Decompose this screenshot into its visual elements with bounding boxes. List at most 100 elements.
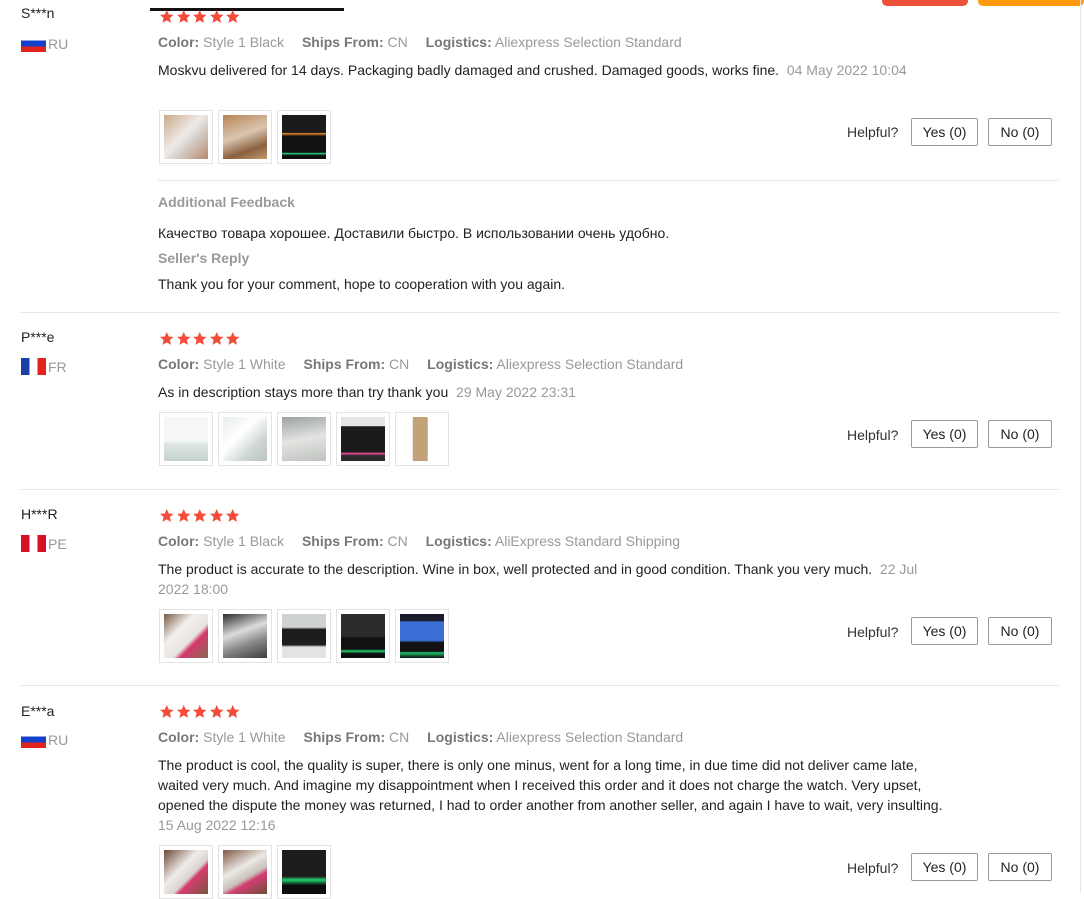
ships-from-label: Ships From: xyxy=(301,533,384,549)
review-text: As in description stays more than try th… xyxy=(158,382,948,402)
helpful-label: Helpful? xyxy=(847,427,899,443)
review-photos xyxy=(159,609,449,663)
helpful-yes-button[interactable]: Yes (0) xyxy=(911,420,978,448)
star-icon xyxy=(159,704,174,718)
review-date: 29 May 2022 23:31 xyxy=(456,384,576,400)
review-content: Moskvu delivered for 14 days. Packaging … xyxy=(158,62,780,78)
star-icon xyxy=(176,331,191,345)
review-date: 04 May 2022 10:04 xyxy=(786,62,907,78)
logistics-label: Logistics: xyxy=(427,356,494,372)
country-code: RU xyxy=(48,35,69,52)
review-photo-thumbnail[interactable] xyxy=(277,609,331,663)
ships-from-label: Ships From: xyxy=(303,356,386,372)
russia-flag-icon xyxy=(21,35,46,52)
additional-feedback-text: Качество товара хорошее. Доставили быстр… xyxy=(158,225,670,241)
helpful-yes-button[interactable]: Yes (0) xyxy=(911,118,978,146)
peru-flag-icon xyxy=(21,535,46,552)
star-icon xyxy=(192,704,207,718)
buy-now-button[interactable] xyxy=(882,0,968,6)
color-value: Style 1 Black xyxy=(203,34,285,50)
country-code: RU xyxy=(48,731,69,748)
helpful-no-button[interactable]: No (0) xyxy=(988,617,1052,645)
star-rating xyxy=(159,9,241,25)
reviewer-name: S***n xyxy=(21,5,55,21)
helpful-yes-button[interactable]: Yes (0) xyxy=(911,617,978,645)
color-label: Color: xyxy=(158,533,200,549)
helpful-no-button[interactable]: No (0) xyxy=(988,420,1052,448)
reviewer-country: PE xyxy=(21,535,67,552)
review-sku-info: Color: Style 1 White Ships From: CN Logi… xyxy=(158,729,697,745)
review-photo-thumbnail[interactable] xyxy=(159,845,213,899)
star-icon xyxy=(192,331,207,345)
review-photo-thumbnail[interactable] xyxy=(277,110,331,164)
review-photo-thumbnail[interactable] xyxy=(159,609,213,663)
review-divider xyxy=(20,312,1059,313)
country-code: FR xyxy=(48,358,67,375)
helpful-no-button[interactable]: No (0) xyxy=(988,118,1052,146)
star-icon xyxy=(159,508,174,522)
review-content: As in description stays more than try th… xyxy=(158,384,449,400)
review-text: The product is cool, the quality is supe… xyxy=(158,755,948,835)
ships-from-value: CN xyxy=(389,356,410,372)
review-divider xyxy=(20,685,1059,686)
review-photo-thumbnail[interactable] xyxy=(395,412,449,466)
star-icon xyxy=(225,704,240,718)
ships-from-value: CN xyxy=(387,34,408,50)
review-photo-thumbnail[interactable] xyxy=(277,845,331,899)
star-icon xyxy=(176,704,191,718)
seller-reply-heading: Seller's Reply xyxy=(158,250,250,266)
review-photo-thumbnail[interactable] xyxy=(395,609,449,663)
review-photo-thumbnail[interactable] xyxy=(218,609,272,663)
review-photo-thumbnail[interactable] xyxy=(159,110,213,164)
reviewer-name: H***R xyxy=(21,506,58,522)
additional-feedback-heading: Additional Feedback xyxy=(158,194,295,210)
russia-flag-icon xyxy=(21,731,46,748)
review-content: The product is cool, the quality is supe… xyxy=(158,757,943,813)
star-icon xyxy=(209,9,224,23)
reviewer-country: RU xyxy=(21,35,68,52)
helpful-yes-button[interactable]: Yes (0) xyxy=(911,853,978,881)
color-label: Color: xyxy=(158,729,200,745)
star-icon xyxy=(225,331,240,345)
star-icon xyxy=(159,331,174,345)
star-icon xyxy=(176,9,191,23)
panel-border xyxy=(1080,0,1081,893)
reviewer-name: P***e xyxy=(21,329,55,345)
ships-from-value: CN xyxy=(387,533,408,549)
color-label: Color: xyxy=(158,34,200,50)
review-photo-thumbnail[interactable] xyxy=(336,609,390,663)
review-photo-thumbnail[interactable] xyxy=(218,110,272,164)
review-photo-thumbnail[interactable] xyxy=(159,412,213,466)
ships-from-label: Ships From: xyxy=(301,34,384,50)
helpful-no-button[interactable]: No (0) xyxy=(988,853,1052,881)
color-value: Style 1 Black xyxy=(203,533,285,549)
star-rating xyxy=(159,508,241,524)
helpful-label: Helpful? xyxy=(847,624,899,640)
logistics-value: Aliexpress Selection Standard xyxy=(494,34,682,50)
add-to-cart-button[interactable] xyxy=(978,0,1084,6)
section-divider xyxy=(158,180,1059,181)
review-photo-thumbnail[interactable] xyxy=(336,412,390,466)
review-sku-info: Color: Style 1 White Ships From: CN Logi… xyxy=(158,356,697,372)
review-photo-thumbnail[interactable] xyxy=(277,412,331,466)
logistics-value: Aliexpress Selection Standard xyxy=(496,729,684,745)
color-value: Style 1 White xyxy=(203,356,286,372)
review-sku-info: Color: Style 1 Black Ships From: CN Logi… xyxy=(158,533,694,549)
france-flag-icon xyxy=(21,358,46,375)
star-icon xyxy=(225,508,240,522)
color-value: Style 1 White xyxy=(203,729,286,745)
star-icon xyxy=(225,9,240,23)
star-icon xyxy=(209,508,224,522)
star-rating xyxy=(159,704,241,720)
review-divider xyxy=(20,489,1059,490)
review-photo-thumbnail[interactable] xyxy=(218,412,272,466)
helpful-label: Helpful? xyxy=(847,860,899,876)
star-icon xyxy=(209,331,224,345)
logistics-label: Logistics: xyxy=(427,729,494,745)
ships-from-label: Ships From: xyxy=(303,729,386,745)
star-icon xyxy=(159,9,174,23)
star-icon xyxy=(176,508,191,522)
logistics-value: AliExpress Standard Shipping xyxy=(494,533,681,549)
review-photo-thumbnail[interactable] xyxy=(218,845,272,899)
color-label: Color: xyxy=(158,356,200,372)
